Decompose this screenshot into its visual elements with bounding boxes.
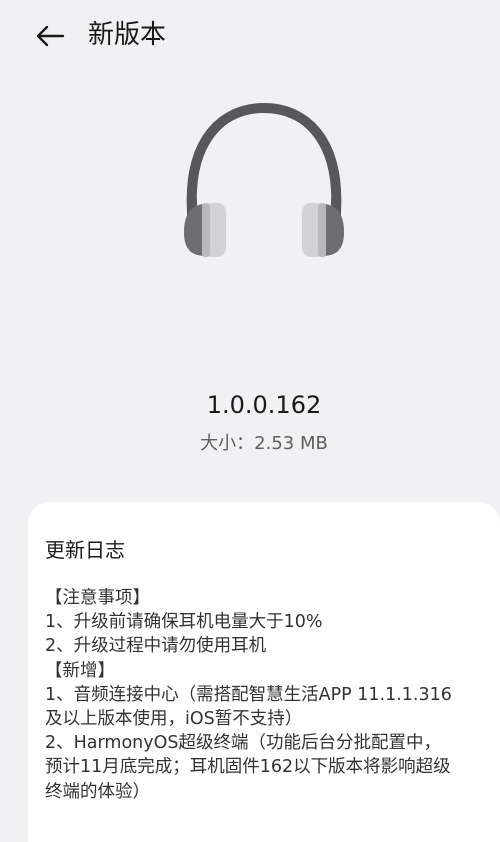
top-app-bar: 新版本 xyxy=(0,0,500,72)
changelog-line: 预计11月底完成；耳机固件162以下版本将影响超级 xyxy=(45,757,451,778)
changelog-line: 【注意事项】 xyxy=(45,588,150,608)
changelog-line: 终端的体验） xyxy=(45,781,150,802)
headphones-icon xyxy=(184,102,344,257)
back-button[interactable] xyxy=(28,16,72,56)
version-number: 1.0.0.162 xyxy=(206,391,322,419)
changelog-line: 1、音频连接中心（需搭配智慧生活APP 11.1.1.316 xyxy=(45,684,452,705)
changelog-line: 【新增】 xyxy=(45,660,115,681)
changelog-line: 2、HarmonyOS超级终端（功能后台分批配置中， xyxy=(45,733,441,754)
changelog-body: 【注意事项】 1、升级前请确保耳机电量大于10% 2、升级过程中请勿使用耳机 【… xyxy=(45,586,485,804)
changelog-line: 及以上版本使用，iOS暂不支持） xyxy=(45,709,303,730)
changelog-line: 1、升级前请确保耳机电量大于10% xyxy=(45,612,323,633)
changelog-line: 2、升级过程中请勿使用耳机 xyxy=(45,636,267,657)
package-size: 大小：2.53 MB xyxy=(200,433,328,454)
changelog-title: 更新日志 xyxy=(45,538,125,562)
arrow-left-icon xyxy=(36,25,65,47)
changelog-card: 更新日志 【注意事项】 1、升级前请确保耳机电量大于10% 2、升级过程中请勿使… xyxy=(28,502,500,842)
page-title: 新版本 xyxy=(88,20,167,50)
